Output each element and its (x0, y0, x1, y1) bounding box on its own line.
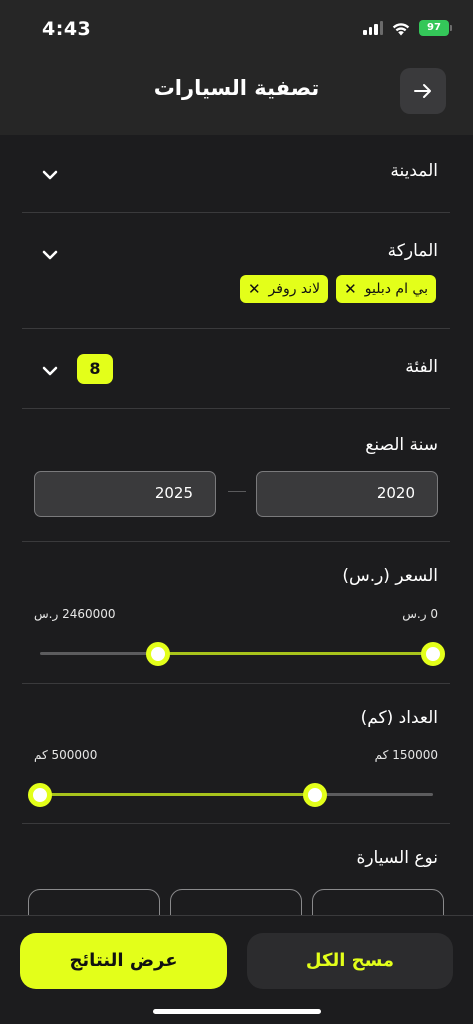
price-slider-handle-min[interactable] (421, 642, 445, 666)
mileage-slider-handle-min[interactable] (303, 783, 328, 807)
bottom-action-bar: عرض النتائج مسح الكل (0, 915, 473, 1024)
car-type-label: نوع السيارة (356, 848, 438, 868)
mileage-min-label: 150000 كم (374, 748, 438, 762)
brand-chip-label: لاند روفر (268, 281, 321, 297)
city-label: المدينة (390, 161, 438, 181)
cellular-signal-icon (363, 21, 383, 35)
header: تصفية السيارات (0, 60, 473, 135)
car-type-option[interactable] (170, 889, 302, 915)
brand-chips: بي ام دبليو ✕ لاند روفر ✕ (239, 275, 436, 303)
status-icons: 97 (363, 20, 452, 36)
year-from-input[interactable]: 2020 (256, 471, 438, 517)
brand-chip-label: بي ام دبليو (364, 281, 428, 297)
car-type-option[interactable] (312, 889, 444, 915)
mileage-label: العداد (كم) (360, 708, 438, 728)
status-time: 4:43 (42, 18, 92, 40)
chevron-down-icon[interactable] (40, 361, 60, 381)
price-slider-handle-max[interactable] (145, 642, 170, 666)
arrow-right-icon (414, 84, 431, 98)
car-type-option[interactable] (28, 889, 160, 915)
brand-chip[interactable]: لاند روفر ✕ (239, 275, 329, 303)
mileage-slider-fill (40, 793, 316, 796)
price-max-label: 2460000 ر.س (34, 607, 116, 621)
close-icon[interactable]: ✕ (344, 280, 357, 298)
year-label: سنة الصنع (365, 435, 438, 455)
filters-panel: المدينة الماركة بي ام دبليو ✕ لاند روفر … (0, 135, 473, 915)
show-results-button[interactable]: عرض النتائج (20, 933, 227, 989)
mileage-max-label: 500000 كم (34, 748, 98, 762)
brand-filter[interactable]: الماركة بي ام دبليو ✕ لاند روفر ✕ (22, 213, 450, 329)
city-filter[interactable]: المدينة (22, 135, 450, 213)
category-count-badge: 8 (77, 354, 113, 384)
year-range-separator (228, 491, 246, 492)
category-label: الفئة (405, 357, 438, 377)
back-button[interactable] (400, 68, 446, 114)
status-bar: 4:43 97 (0, 0, 473, 60)
mileage-slider-handle-max[interactable] (28, 783, 52, 807)
close-icon[interactable]: ✕ (248, 280, 261, 298)
year-to-input[interactable]: 2025 (34, 471, 216, 517)
price-slider-fill (157, 652, 433, 655)
clear-all-button[interactable]: مسح الكل (247, 933, 453, 989)
battery-icon: 97 (419, 20, 452, 36)
price-min-label: 0 ر.س (402, 607, 438, 621)
category-filter[interactable]: الفئة 8 (22, 329, 450, 409)
price-label: السعر (ر.س) (342, 566, 438, 586)
home-indicator (153, 1009, 321, 1014)
wifi-icon (392, 22, 410, 35)
chevron-down-icon[interactable] (40, 245, 60, 265)
brand-chip[interactable]: بي ام دبليو ✕ (336, 275, 436, 303)
chevron-down-icon[interactable] (40, 165, 60, 185)
brand-label: الماركة (387, 241, 438, 261)
